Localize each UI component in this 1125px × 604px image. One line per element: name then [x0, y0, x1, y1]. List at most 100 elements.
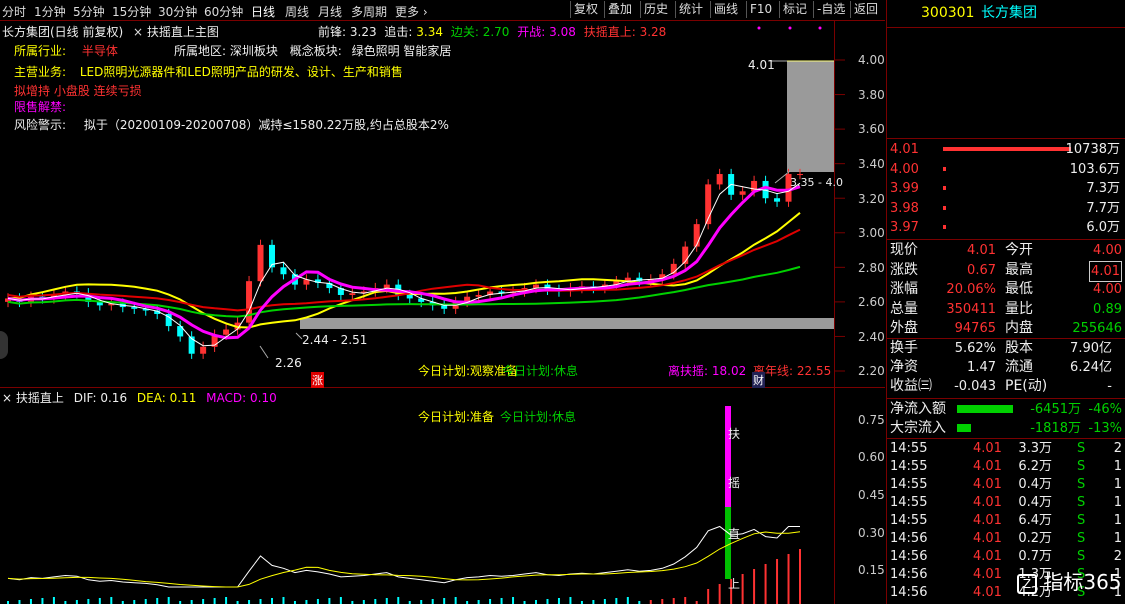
candle-body: [383, 284, 390, 289]
axis-tick: 0.60: [858, 450, 885, 464]
candle-body: [475, 294, 482, 297]
chevron-right-icon: ›: [419, 5, 428, 19]
macd-bar: [316, 599, 319, 604]
fuquan-button[interactable]: 复权: [570, 1, 601, 18]
history-button[interactable]: 历史: [640, 1, 671, 18]
period-fenshi[interactable]: 分时: [2, 3, 26, 20]
candle-body: [280, 267, 287, 275]
region-label: 所属地区:: [174, 44, 227, 58]
macd-bar: [282, 597, 285, 604]
candle-body: [774, 198, 781, 202]
macd-bar: [339, 597, 342, 604]
axis-tick: 3.60: [858, 122, 885, 136]
stat-label: 最高: [1005, 261, 1033, 278]
macd-bar: [305, 600, 308, 604]
macd-bar: [41, 598, 44, 604]
macd-bar: [225, 597, 228, 604]
period-daily[interactable]: 日线: [251, 3, 275, 20]
macd-bar: [535, 600, 537, 604]
indicator-name[interactable]: 扶摇直上主图: [147, 25, 219, 39]
stat-row: 涨跌 0.67 最高 4.01: [887, 260, 1125, 282]
bar-text-4: 上: [728, 577, 741, 591]
logo-icon: Z: [1017, 573, 1037, 594]
tick-price: 4.01: [973, 459, 1002, 474]
mark-button[interactable]: 标记: [779, 1, 810, 18]
candle-body: [693, 224, 700, 247]
stat-value: 1.47: [967, 360, 996, 375]
zhang-marker[interactable]: 涨: [311, 372, 324, 388]
stat-label: PE(动): [1005, 378, 1048, 394]
period-monthly[interactable]: 月线: [318, 3, 342, 20]
axis-tick: 2.20: [858, 364, 885, 378]
stock-name[interactable]: 长方集团: [981, 4, 1037, 23]
tick-count: 1: [1113, 531, 1122, 546]
macd-chart[interactable]: [0, 387, 834, 604]
chart-header: 长方集团(日线 前复权) × 扶摇直上主图: [2, 23, 219, 40]
period-multi[interactable]: 多周期: [351, 3, 387, 20]
axis-tick: 3.40: [858, 157, 885, 171]
order-price: 4.00: [890, 161, 919, 177]
order-volume: 103.6万: [1069, 161, 1120, 177]
macd-bar: [110, 597, 113, 604]
tick-side: S: [1077, 477, 1086, 492]
stat-label: 最低: [1005, 281, 1033, 297]
tick-volume: 0.2万: [1018, 531, 1052, 546]
cai-marker[interactable]: 财: [752, 372, 765, 388]
macd-bar: [156, 598, 159, 604]
quote-panel: 300301 长方集团 4.01 10738万 4.00 103.6万 3.99…: [886, 0, 1125, 604]
tick-count: 1: [1113, 513, 1122, 528]
period-more[interactable]: 更多 ›: [395, 3, 428, 20]
tick-volume: 0.4万: [1018, 495, 1052, 510]
li-fu: 离扶摇: 18.02: [668, 362, 746, 379]
f10-button[interactable]: F10: [746, 1, 775, 18]
macd-bar: [167, 597, 170, 604]
industry-label: 所属行业:: [14, 44, 67, 58]
macd-bar: [764, 564, 767, 604]
macd-bar: [190, 600, 193, 604]
tick-price: 4.01: [973, 531, 1002, 546]
business-row: 主营业务: LED照明光源器件和LED照明产品的研发、设计、生产和销售: [14, 63, 403, 80]
macd-bar: [374, 599, 377, 604]
candle-body: [797, 174, 803, 176]
order-row[interactable]: 4.01 10738万: [887, 140, 1125, 159]
tick-price: 4.01: [973, 477, 1002, 492]
tick-side: S: [1077, 441, 1086, 456]
period-5min[interactable]: 5分钟: [73, 3, 105, 20]
watchlist-button[interactable]: -自选: [813, 1, 848, 18]
ma-yellow-line: [7, 212, 801, 329]
back-button[interactable]: 返回: [850, 1, 881, 18]
tick-time: 14:56: [890, 549, 928, 564]
candle-body: [739, 191, 746, 195]
region-row: 所属地区: 深圳板块 概念板块: 绿色照明 智能家居: [174, 42, 451, 59]
order-row[interactable]: 3.99 7.3万: [887, 179, 1125, 198]
order-row[interactable]: 4.00 103.6万: [887, 160, 1125, 179]
price-top-label: 4.01: [748, 58, 775, 72]
period-30min[interactable]: 30分钟: [158, 3, 197, 20]
close-icon[interactable]: ×: [133, 25, 143, 39]
macd-bar: [799, 549, 801, 604]
axis-tick: 3.00: [858, 226, 885, 240]
period-15min[interactable]: 15分钟: [112, 3, 151, 20]
signal-bar-green: [725, 507, 731, 579]
drawline-button[interactable]: 画线: [710, 1, 741, 18]
stat-value: 4.01: [1089, 260, 1122, 282]
stat-label: 收益㈢: [890, 378, 932, 394]
stats-button[interactable]: 统计: [675, 1, 706, 18]
overlay-button[interactable]: 叠加: [604, 1, 635, 18]
scroll-left-handle[interactable]: [0, 331, 8, 359]
support-band: [300, 318, 834, 329]
dif-line: [7, 525, 800, 588]
stock-title: 长方集团(日线 前复权): [2, 25, 124, 39]
ma-red-line: [7, 228, 801, 312]
macd-bar: [661, 599, 664, 604]
risk-label: 风险警示:: [14, 118, 67, 132]
macd-bar: [546, 599, 549, 604]
axis-tick: 2.80: [858, 261, 885, 275]
order-row[interactable]: 3.98 7.7万: [887, 199, 1125, 218]
order-row[interactable]: 3.97 6.0万: [887, 218, 1125, 237]
period-60min[interactable]: 60分钟: [204, 3, 243, 20]
candle-body: [406, 294, 413, 299]
flow-pct: -13%: [1088, 421, 1122, 436]
period-weekly[interactable]: 周线: [285, 3, 309, 20]
period-1min[interactable]: 1分钟: [34, 3, 66, 20]
